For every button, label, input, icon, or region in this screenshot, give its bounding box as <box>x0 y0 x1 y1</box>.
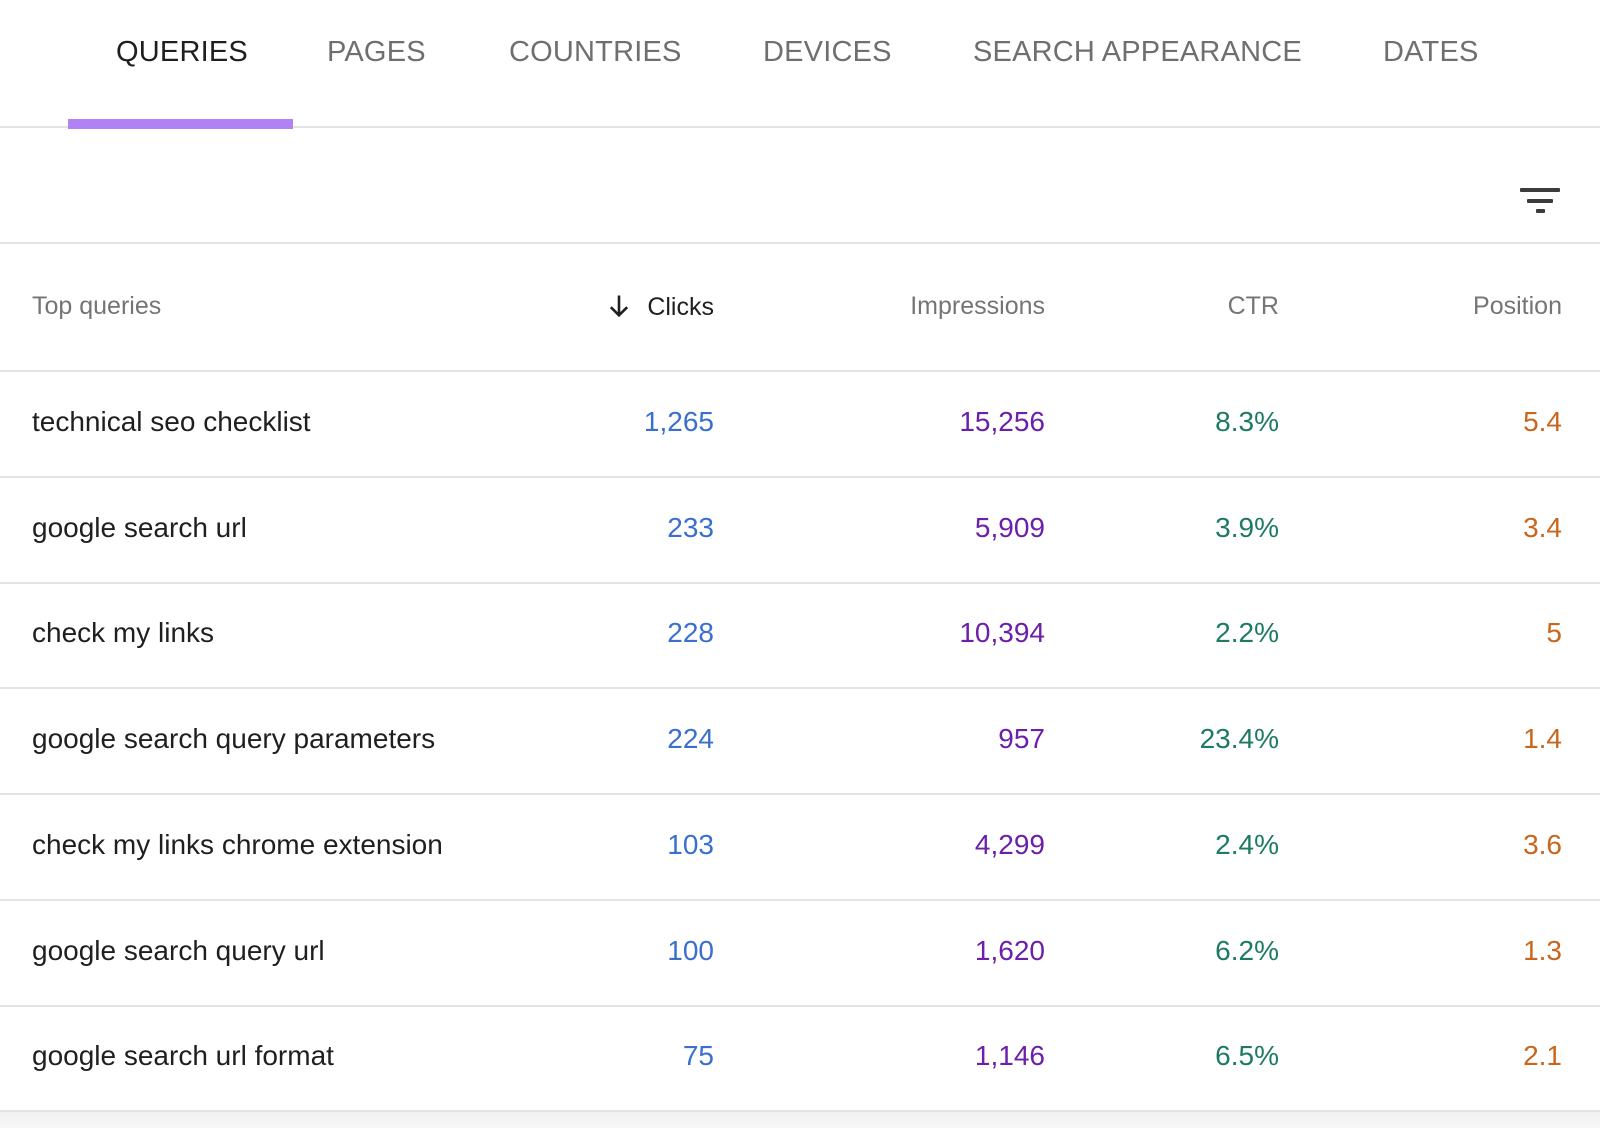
position-cell: 1.4 <box>1523 723 1562 755</box>
ctr-cell: 2.4% <box>1215 828 1279 860</box>
impressions-cell: 5,909 <box>974 511 1045 543</box>
impressions-cell: 957 <box>998 723 1045 755</box>
header-position[interactable]: Position <box>1473 292 1562 321</box>
tab-bar: QUERIES PAGES COUNTRIES DEVICES SEARCH A… <box>0 0 1600 129</box>
table-toolbar <box>0 128 1600 244</box>
tab-countries[interactable]: COUNTRIES <box>509 36 682 76</box>
position-cell: 2.1 <box>1523 1040 1562 1072</box>
ctr-cell: 6.5% <box>1215 1040 1279 1072</box>
position-cell: 5.4 <box>1523 406 1562 437</box>
filter-button[interactable] <box>1514 150 1562 213</box>
clicks-cell: 224 <box>667 723 714 755</box>
tab-queries[interactable]: QUERIES <box>116 36 248 76</box>
query-cell: google search query url <box>32 934 325 966</box>
impressions-cell: 4,299 <box>974 828 1045 860</box>
table-row[interactable]: google search url 233 5,909 3.9% 3.4 <box>0 478 1600 584</box>
position-cell: 5 <box>1546 617 1562 649</box>
bottom-edge <box>0 1112 1600 1128</box>
table-row[interactable]: google search query url 100 1,620 6.2% 1.3 <box>0 901 1600 1007</box>
header-impressions[interactable]: Impressions <box>910 292 1045 321</box>
impressions-cell: 15,256 <box>959 406 1045 437</box>
table-row[interactable]: technical seo checklist 1,265 15,256 8.3% 5.… <box>0 372 1600 478</box>
header-clicks[interactable]: Clicks <box>605 292 714 322</box>
ctr-cell: 3.9% <box>1215 511 1279 543</box>
query-cell: google search url <box>32 511 247 543</box>
impressions-cell: 10,394 <box>959 617 1045 649</box>
header-ctr[interactable]: CTR <box>1228 292 1279 321</box>
clicks-cell: 103 <box>667 828 714 860</box>
position-cell: 3.4 <box>1523 511 1562 543</box>
table-row[interactable]: google search url format 75 1,146 6.5% 2.1 <box>0 1006 1600 1113</box>
impressions-cell: 1,620 <box>974 934 1045 966</box>
position-cell: 1.3 <box>1523 934 1562 966</box>
ctr-cell: 8.3% <box>1215 406 1279 437</box>
header-top-queries[interactable]: Top queries <box>32 292 161 321</box>
position-cell: 3.6 <box>1523 828 1562 860</box>
tab-devices[interactable]: DEVICES <box>763 36 892 76</box>
query-cell: google search query parameters <box>32 723 436 755</box>
ctr-cell: 23.4% <box>1199 723 1279 755</box>
clicks-cell: 75 <box>682 1040 714 1072</box>
query-cell: check my links <box>32 617 215 649</box>
header-clicks-label: Clicks <box>647 293 714 321</box>
arrow-down-icon <box>610 295 629 318</box>
table-row[interactable]: check my links chrome extension 103 4,299 2… <box>0 795 1600 901</box>
tab-dates[interactable]: DATES <box>1383 36 1479 76</box>
table-row[interactable]: google search query parameters 224 957 23.4… <box>0 689 1600 796</box>
table-row[interactable]: check my links 228 10,394 2.2% 5 <box>0 583 1600 690</box>
tab-search-appearance[interactable]: SEARCH APPEARANCE <box>973 36 1302 76</box>
clicks-cell: 100 <box>667 934 714 966</box>
impressions-cell: 1,146 <box>974 1040 1045 1072</box>
query-cell: google search url format <box>32 1040 334 1072</box>
query-cell: technical seo checklist <box>32 406 311 437</box>
clicks-cell: 233 <box>667 511 714 543</box>
clicks-cell: 1,265 <box>643 406 714 437</box>
clicks-cell: 228 <box>667 617 714 649</box>
table-header: Top queries Clicks Impressions CTR Posit… <box>0 244 1600 372</box>
query-cell: check my links chrome extension <box>32 828 443 860</box>
tab-pages[interactable]: PAGES <box>327 36 426 76</box>
ctr-cell: 6.2% <box>1215 934 1279 966</box>
ctr-cell: 2.2% <box>1215 617 1279 649</box>
